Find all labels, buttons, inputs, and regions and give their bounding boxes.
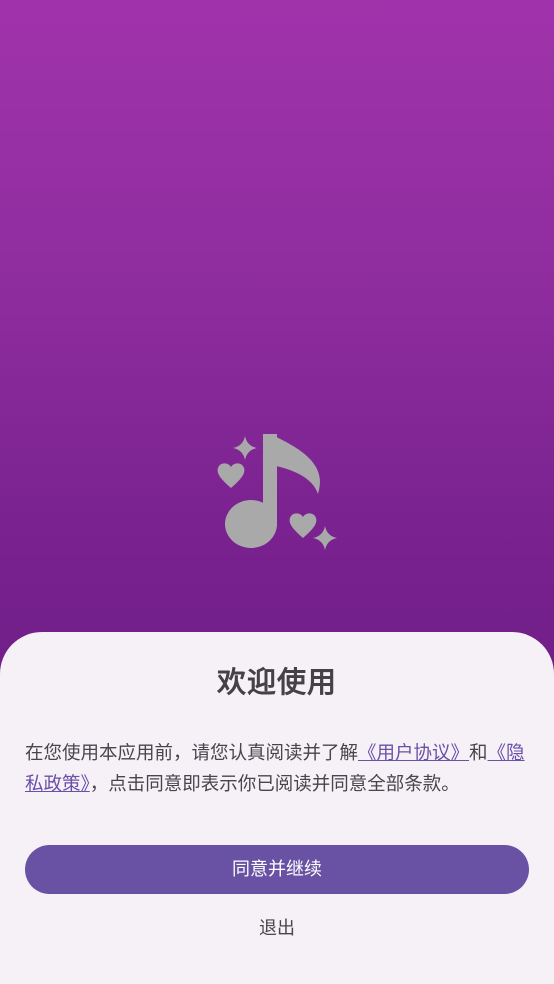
user-agreement-link[interactable]: 《用户协议》 [358,743,469,764]
dialog-title: 欢迎使用 [216,665,337,699]
notice-prefix: 在您使用本应用前，请您认真阅读并了解 [25,743,359,764]
heart-left-icon [217,463,245,488]
sparkle-top-icon [233,436,257,460]
note-flag [270,434,321,494]
notice-suffix: ，点击同意即表示你已阅读并同意全部条款。 [89,774,460,795]
music-note-logo-icon [217,434,337,550]
sparkle-bottom-icon [313,526,337,550]
notice-conjunction: 和 [469,743,488,764]
exit-button[interactable]: 退出 [227,912,327,946]
consent-notice: 在您使用本应用前，请您认真阅读并了解《用户协议》和《隐私政策》，点击同意即表示你… [25,738,530,800]
privacy-consent-sheet: 欢迎使用 在您使用本应用前，请您认真阅读并了解《用户协议》和《隐私政策》，点击同… [0,632,554,984]
app-background [0,0,554,700]
agree-continue-button[interactable]: 同意并继续 [25,845,529,894]
heart-right-icon [289,513,317,538]
